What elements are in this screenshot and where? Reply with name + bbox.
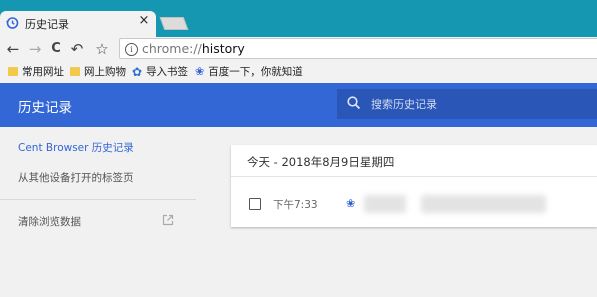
tab-title: 历史记录 <box>25 18 69 31</box>
card-divider <box>231 176 597 177</box>
folder-icon <box>8 66 18 76</box>
bookmark-star-icon[interactable]: ☆ <box>92 39 112 59</box>
sidebar-divider <box>0 199 196 200</box>
new-tab-button[interactable] <box>159 17 189 30</box>
bookmarks-bar: 常用网址 网上购物 ✿ 导入书签 ❀ 百度一下，你就知道 <box>0 61 597 83</box>
blurred-entry-title[interactable] <box>364 195 406 213</box>
window-titlebar: 历史记录 × <box>0 0 597 37</box>
search-icon <box>347 96 361 110</box>
external-link-icon <box>162 214 174 226</box>
url-text[interactable]: chrome://history <box>142 41 245 56</box>
close-tab-icon[interactable]: × <box>137 14 151 28</box>
forward-icon[interactable]: → <box>25 39 45 59</box>
history-clock-icon <box>6 17 19 29</box>
history-search-input[interactable]: 搜索历史记录 <box>337 89 597 119</box>
bookmark-item[interactable]: ❀ 百度一下，你就知道 <box>195 64 303 80</box>
bookmark-item[interactable]: 常用网址 <box>8 64 64 80</box>
reload-icon[interactable]: C <box>46 39 66 59</box>
baidu-paw-icon: ❀ <box>346 197 356 210</box>
bookmark-item[interactable]: ✿ 导入书签 <box>132 64 188 80</box>
blurred-entry-url[interactable] <box>421 195 546 213</box>
entry-checkbox[interactable] <box>249 198 261 210</box>
sidebar: Cent Browser 历史记录 从其他设备打开的标签页 清除浏览数据 <box>0 127 214 297</box>
browser-toolbar: ← → C ↶ ☆ i chrome://history <box>0 37 597 61</box>
address-bar[interactable]: i chrome://history <box>119 38 597 59</box>
sidebar-item-clear-data[interactable]: 清除浏览数据 <box>18 214 81 229</box>
sidebar-item-other-devices[interactable]: 从其他设备打开的标签页 <box>18 170 134 185</box>
sidebar-item-browser-history[interactable]: Cent Browser 历史记录 <box>18 140 134 155</box>
undo-close-tab-icon[interactable]: ↶ <box>67 39 87 59</box>
site-info-icon[interactable]: i <box>125 43 138 56</box>
baidu-paw-icon: ❀ <box>195 65 205 78</box>
search-placeholder: 搜索历史记录 <box>371 98 437 111</box>
page-title: 历史记录 <box>18 100 72 116</box>
date-header: 今天 - 2018年8月9日星期四 <box>247 155 395 169</box>
history-card: 今天 - 2018年8月9日星期四 下午7:33 ❀ <box>231 145 597 227</box>
history-header: 历史记录 搜索历史记录 <box>0 83 597 127</box>
tab-history[interactable]: 历史记录 × <box>0 11 156 37</box>
bookmark-item[interactable]: 网上购物 <box>70 64 126 80</box>
gear-icon: ✿ <box>132 65 143 79</box>
back-icon[interactable]: ← <box>3 39 23 59</box>
folder-icon <box>70 66 80 76</box>
entry-time: 下午7:33 <box>273 199 318 211</box>
